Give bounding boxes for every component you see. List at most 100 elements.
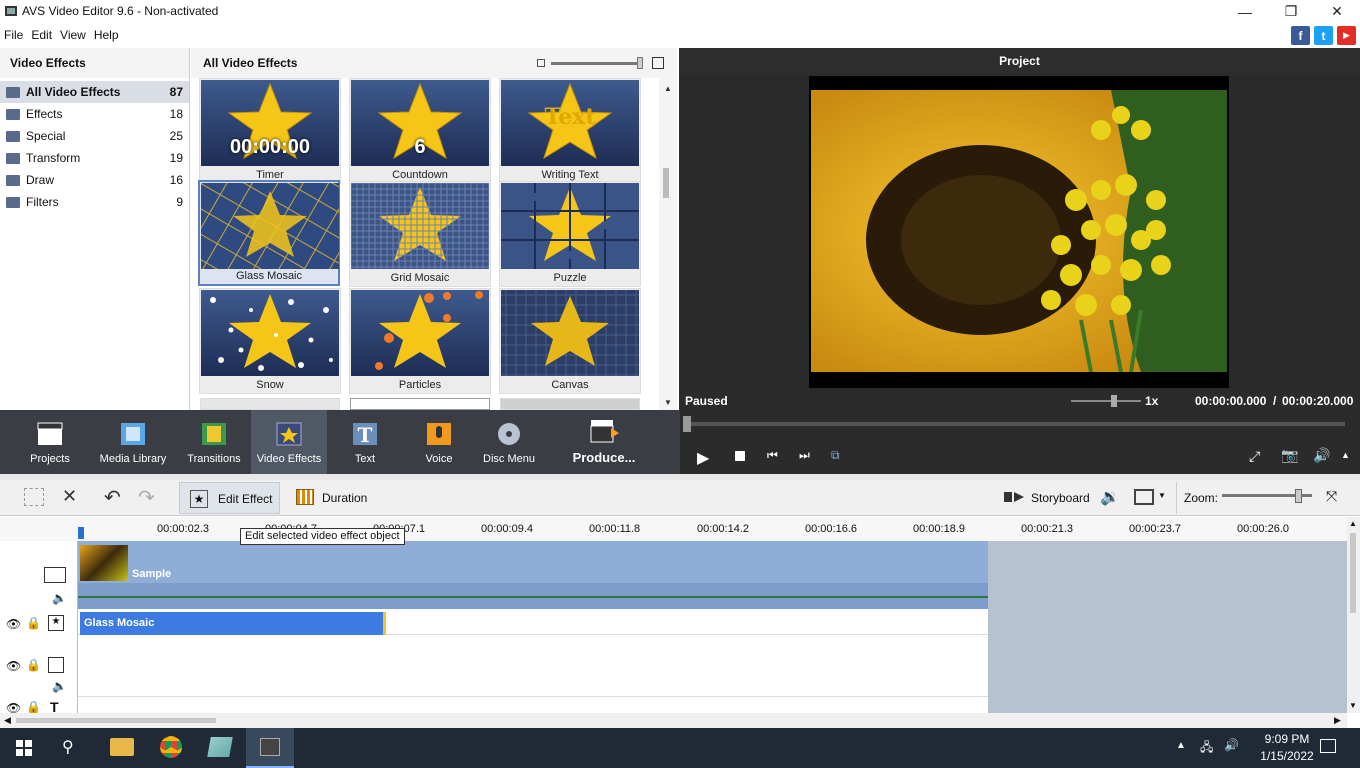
avs-taskbar-item[interactable] xyxy=(246,728,294,768)
thumb-size-slider[interactable] xyxy=(551,62,641,65)
play-icon[interactable]: ▶ xyxy=(697,448,709,468)
zoom-label: Zoom: xyxy=(1184,491,1219,505)
expand-icon[interactable]: ▲ xyxy=(1341,450,1350,460)
category-transform[interactable]: Transform 19 xyxy=(0,147,189,169)
effect-tile-timer[interactable]: 00:00:00 Timer xyxy=(199,78,341,184)
effect-tile-partial[interactable] xyxy=(200,398,340,410)
disc-menu-button[interactable]: Disc Menu xyxy=(480,410,538,474)
vscroll-thumb[interactable] xyxy=(1350,533,1356,613)
redo-icon[interactable]: ↷ xyxy=(138,485,155,510)
menu-help[interactable]: Help xyxy=(90,28,123,42)
undo-icon[interactable]: ↶ xyxy=(104,485,121,510)
effect-tile-grid-mosaic[interactable]: Grid Mosaic xyxy=(349,181,491,287)
close-button[interactable]: ✕ xyxy=(1314,0,1360,23)
category-draw[interactable]: Draw 16 xyxy=(0,169,189,191)
lock-icon[interactable]: 🔒 xyxy=(26,658,41,672)
effect-tile-glass-mosaic[interactable]: Glass Mosaic xyxy=(198,180,340,286)
category-special[interactable]: Special 25 xyxy=(0,125,189,147)
projects-button[interactable]: Projects xyxy=(18,410,82,474)
taskbar-time[interactable]: 9:09 PM xyxy=(1252,732,1322,746)
effect-tile-partial[interactable] xyxy=(350,398,490,410)
category-effects[interactable]: Effects 18 xyxy=(0,103,189,125)
youtube-icon[interactable]: ▶ xyxy=(1337,26,1356,45)
video-effects-button[interactable]: Video Effects xyxy=(251,410,327,474)
voice-button[interactable]: Voice xyxy=(410,410,468,474)
taskbar-date[interactable]: 1/15/2022 xyxy=(1252,749,1322,763)
snapshot-icon[interactable]: 📷 xyxy=(1281,447,1298,464)
timeline-ruler[interactable]: 00:00:02.3 00:00:04.7 00:00:07.1 00:00:0… xyxy=(0,517,1347,541)
scroll-thumb[interactable] xyxy=(663,168,669,198)
delete-icon[interactable]: ✕ xyxy=(62,486,77,507)
facebook-icon[interactable]: f xyxy=(1291,26,1310,45)
media-library-button[interactable]: Media Library xyxy=(98,410,168,474)
menu-view[interactable]: View xyxy=(56,28,90,42)
speaker-icon[interactable]: 🔊 xyxy=(1224,738,1239,752)
speed-slider-handle[interactable] xyxy=(1111,395,1117,407)
stop-icon[interactable] xyxy=(735,451,745,461)
large-thumb-icon[interactable] xyxy=(652,57,664,69)
volume-icon[interactable]: 🔊 xyxy=(1313,447,1330,464)
lock-icon[interactable]: 🔒 xyxy=(26,616,41,630)
next-frame-icon[interactable]: ⏭ xyxy=(799,448,810,463)
scroll-right-icon[interactable]: ▶ xyxy=(1334,715,1341,726)
effect-tile-writing-text[interactable]: Text Writing Text xyxy=(499,78,641,184)
transitions-button[interactable]: Transitions xyxy=(182,410,246,474)
lock-icon[interactable]: 🔒 xyxy=(26,700,41,714)
monitor-icon[interactable] xyxy=(1134,489,1154,505)
speed-slider[interactable] xyxy=(1071,400,1141,402)
scroll-up-icon[interactable]: ▲ xyxy=(1349,519,1357,528)
small-thumb-icon[interactable] xyxy=(537,59,545,67)
playhead-marker[interactable] xyxy=(78,527,84,539)
thumb-size-handle[interactable] xyxy=(637,57,643,69)
timeline-vscroll[interactable]: ▲ ▼ xyxy=(1347,517,1360,713)
tray-chevron-icon[interactable]: ▲ xyxy=(1176,740,1186,751)
windows-start-icon[interactable] xyxy=(16,740,32,756)
fullscreen-icon[interactable]: ⤢ xyxy=(1249,448,1260,465)
search-icon[interactable]: ⚲ xyxy=(62,737,74,757)
file-explorer-icon[interactable] xyxy=(110,738,134,756)
network-icon[interactable]: 🖧 xyxy=(1200,738,1213,759)
split-frames-icon[interactable]: ⧉ xyxy=(831,448,840,463)
effect-tile-partial[interactable] xyxy=(500,398,640,410)
timeline-hscroll[interactable]: ◀ ▶ xyxy=(0,713,1347,728)
effect-tile-countdown[interactable]: 6 Countdown xyxy=(349,78,491,184)
eye-icon[interactable]: 👁 xyxy=(6,617,21,631)
effect-name: Particles xyxy=(398,379,442,391)
monitor-dropdown-icon[interactable]: ▼ xyxy=(1158,491,1166,500)
zoom-slider-handle[interactable] xyxy=(1295,489,1302,503)
folder-icon xyxy=(6,152,20,164)
audio-mixer-icon[interactable]: 🔉 xyxy=(1100,487,1120,507)
scroll-down-icon[interactable]: ▼ xyxy=(1349,701,1357,710)
maximize-button[interactable]: ❐ xyxy=(1268,0,1314,23)
notification-icon[interactable] xyxy=(1320,739,1336,753)
scroll-down-icon[interactable]: ▼ xyxy=(664,398,672,407)
storyboard-button[interactable]: Storyboard xyxy=(1031,491,1090,505)
produce-button[interactable]: Produce... xyxy=(566,410,642,474)
text-button[interactable]: T Text xyxy=(336,410,394,474)
twitter-icon[interactable]: t xyxy=(1314,26,1333,45)
app-icon[interactable] xyxy=(207,737,233,757)
scroll-up-icon[interactable]: ▲ xyxy=(664,84,672,93)
chrome-icon[interactable] xyxy=(160,736,182,758)
previous-frame-icon[interactable]: ⏮ xyxy=(767,448,778,463)
effect-clip-glass-mosaic[interactable]: Glass Mosaic xyxy=(80,612,386,635)
select-area-icon[interactable] xyxy=(24,488,44,506)
menu-file[interactable]: File xyxy=(0,28,27,42)
fit-timeline-icon[interactable]: ⤧ xyxy=(1326,488,1337,505)
category-filters[interactable]: Filters 9 xyxy=(0,191,189,213)
seek-bar[interactable] xyxy=(685,422,1345,426)
category-all-video-effects[interactable]: All Video Effects 87 xyxy=(0,81,189,103)
effect-tile-particles[interactable]: Particles xyxy=(349,288,491,394)
effect-tile-snow[interactable]: Snow xyxy=(199,288,341,394)
scroll-left-icon[interactable]: ◀ xyxy=(4,715,11,726)
minimize-button[interactable]: — xyxy=(1222,0,1268,23)
duration-button[interactable]: Duration xyxy=(322,491,367,505)
menu-edit[interactable]: Edit xyxy=(27,28,56,42)
seek-handle[interactable] xyxy=(683,416,691,432)
eye-icon[interactable]: 👁 xyxy=(6,659,21,673)
edit-effect-button[interactable]: ★ Edit Effect xyxy=(179,482,280,514)
effect-tile-canvas[interactable]: Canvas xyxy=(499,288,641,394)
effects-scrollbar[interactable]: ▲ ▼ xyxy=(659,78,677,410)
effect-tile-puzzle[interactable]: Puzzle xyxy=(499,181,641,287)
hscroll-thumb[interactable] xyxy=(16,718,216,723)
